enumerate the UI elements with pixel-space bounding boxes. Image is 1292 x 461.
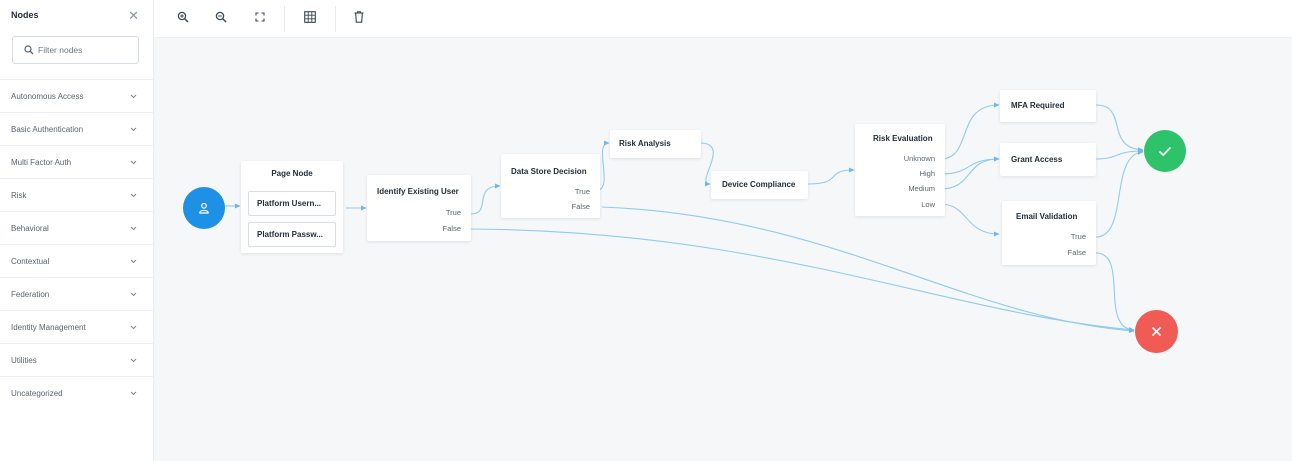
- category-label: Basic Authentication: [11, 124, 84, 134]
- outcome-unknown: Unknown: [903, 154, 935, 163]
- fit-screen-button[interactable]: [248, 5, 272, 29]
- category-federation[interactable]: Federation: [0, 278, 153, 311]
- wire: [1095, 104, 1144, 153]
- wire: [807, 167, 855, 185]
- node-title: Email Validation: [1016, 212, 1078, 221]
- sidebar-header: Nodes ✕: [0, 0, 153, 30]
- search-icon: [24, 45, 34, 55]
- category-multi-factor-auth[interactable]: Multi Factor Auth: [0, 146, 153, 179]
- wire: [939, 102, 1000, 160]
- wire: [939, 156, 1000, 175]
- wire: [1095, 148, 1144, 160]
- delete-button[interactable]: [347, 5, 371, 29]
- outcome-true: True: [574, 187, 590, 196]
- node-title: Device Compliance: [722, 180, 796, 189]
- success-node[interactable]: [1144, 130, 1186, 172]
- risk-evaluation-node[interactable]: Risk Evaluation Unknown High Medium Low: [855, 124, 945, 216]
- wire: [470, 183, 501, 215]
- grant-access-node[interactable]: Grant Access: [1000, 143, 1096, 176]
- close-icon[interactable]: ✕: [128, 9, 139, 22]
- category-uncategorized[interactable]: Uncategorized: [0, 377, 153, 410]
- outcome-low: Low: [921, 200, 935, 209]
- mfa-required-node[interactable]: MFA Required: [1000, 90, 1096, 122]
- risk-analysis-node[interactable]: Risk Analysis: [610, 130, 701, 158]
- grid-icon: [304, 11, 316, 23]
- category-identity-management[interactable]: Identity Management: [0, 311, 153, 344]
- node-title: Risk Analysis: [619, 139, 671, 148]
- outcome-high: High: [919, 169, 935, 178]
- category-basic-authentication[interactable]: Basic Authentication: [0, 113, 153, 146]
- node-title: MFA Required: [1011, 101, 1065, 110]
- zoom-in-icon: [177, 11, 189, 23]
- failure-node[interactable]: [1135, 310, 1178, 353]
- chevron-down-icon: [130, 160, 137, 164]
- canvas-toolbar: [154, 0, 1292, 38]
- wire: [939, 203, 1000, 237]
- node-title: Risk Evaluation: [873, 134, 933, 143]
- data-store-decision-node[interactable]: Data Store Decision True False: [501, 154, 600, 218]
- chevron-down-icon: [130, 259, 137, 263]
- node-title: Page Node: [271, 169, 313, 178]
- node-title: Grant Access: [1011, 155, 1063, 164]
- close-icon: [1151, 326, 1162, 337]
- category-label: Federation: [11, 289, 50, 299]
- filter-nodes-input[interactable]: [38, 45, 134, 55]
- chevron-down-icon: [130, 325, 137, 329]
- fit-screen-icon: [255, 12, 265, 22]
- category-behavioral[interactable]: Behavioral: [0, 212, 153, 245]
- category-label: Behavioral: [11, 223, 49, 233]
- category-list: Autonomous Access Basic Authentication M…: [0, 79, 153, 410]
- wire: [1095, 149, 1144, 238]
- toolbar-divider: [284, 6, 285, 32]
- trash-icon: [354, 11, 364, 23]
- category-label: Utilities: [11, 355, 37, 365]
- category-label: Multi Factor Auth: [11, 157, 72, 167]
- start-node[interactable]: [183, 187, 225, 229]
- chevron-down-icon: [130, 127, 137, 131]
- node-title: Identify Existing User: [377, 187, 459, 196]
- page-child-platform-username[interactable]: Platform Usern...: [248, 191, 336, 216]
- chevron-down-icon: [130, 94, 137, 98]
- device-compliance-node[interactable]: Device Compliance: [711, 171, 808, 199]
- zoom-out-icon: [215, 11, 227, 23]
- category-label: Identity Management: [11, 322, 86, 332]
- wire: [1095, 252, 1135, 333]
- identify-existing-user-node[interactable]: Identify Existing User True False: [367, 175, 471, 241]
- category-label: Autonomous Access: [11, 91, 84, 101]
- category-autonomous-access[interactable]: Autonomous Access: [0, 80, 153, 113]
- chevron-down-icon: [130, 358, 137, 362]
- chevron-down-icon: [130, 292, 137, 296]
- chevron-down-icon: [130, 193, 137, 197]
- page-child-platform-password[interactable]: Platform Passw...: [248, 222, 336, 247]
- chevron-down-icon: [130, 391, 137, 396]
- page-node[interactable]: Page Node Platform Usern... Platform Pas…: [241, 161, 343, 253]
- filter-nodes-field[interactable]: [12, 36, 139, 64]
- checkmark-icon: [1158, 146, 1172, 156]
- grid-button[interactable]: [298, 5, 322, 29]
- chevron-down-icon: [130, 226, 137, 230]
- category-utilities[interactable]: Utilities: [0, 344, 153, 377]
- outcome-false: False: [571, 202, 590, 211]
- outcome-medium: Medium: [908, 184, 935, 193]
- sidebar-title: Nodes: [11, 10, 39, 20]
- category-contextual[interactable]: Contextual: [0, 245, 153, 278]
- email-validation-node[interactable]: Email Validation True False: [1002, 201, 1096, 265]
- zoom-in-button[interactable]: [171, 5, 195, 29]
- outcome-false: False: [1067, 248, 1086, 257]
- outcome-true: True: [445, 208, 461, 217]
- nodes-sidebar: Nodes ✕ Autonomous Access Basic Authenti…: [0, 0, 154, 461]
- category-label: Risk: [11, 190, 27, 200]
- category-label: Contextual: [11, 256, 50, 266]
- outcome-false: False: [442, 224, 461, 233]
- zoom-out-button[interactable]: [209, 5, 233, 29]
- user-icon: [199, 202, 209, 214]
- node-title: Data Store Decision: [511, 167, 587, 176]
- outcome-true: True: [1070, 232, 1086, 241]
- journey-canvas[interactable]: Page Node Platform Usern... Platform Pas…: [154, 38, 1292, 461]
- category-risk[interactable]: Risk: [0, 179, 153, 212]
- toolbar-divider: [335, 6, 336, 32]
- category-label: Uncategorized: [11, 389, 63, 398]
